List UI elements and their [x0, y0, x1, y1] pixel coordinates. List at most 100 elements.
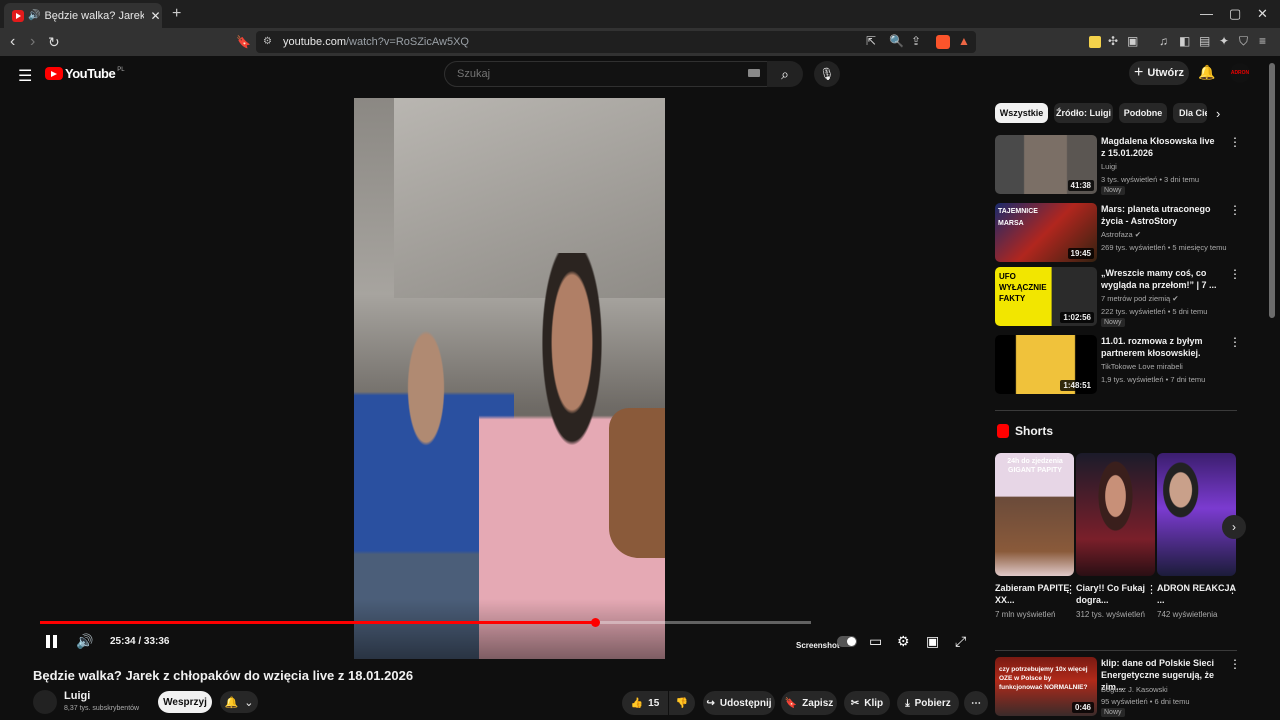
rec-title: 11.01. rozmowa z byłym partnerem kłosows… [1101, 336, 1203, 358]
settings-gear-icon[interactable]: ⚙ [897, 633, 910, 650]
browser-menu-icon[interactable]: ≡ [1259, 34, 1266, 48]
hamburger-menu-icon[interactable]: ☰ [18, 66, 32, 86]
back-icon[interactable]: ‹ [10, 33, 15, 51]
microphone-icon: 🎙 [819, 67, 835, 81]
create-button[interactable]: + Utwórz [1129, 61, 1189, 85]
youtube-favicon-icon [12, 9, 24, 22]
search-box[interactable] [444, 61, 768, 87]
window-close-button[interactable]: ✕ [1257, 6, 1268, 22]
short-item[interactable]: ADRON REAKCJA ... 742 wyświetlenia ⋮ [1157, 453, 1238, 620]
chevron-right-icon[interactable]: › [1216, 106, 1220, 121]
rec-item[interactable]: 41:38 Magdalena Kłosowska live z 15.01.2… [995, 135, 1245, 197]
chip-all[interactable]: Wszystkie [995, 103, 1048, 123]
voice-search-button[interactable]: 🎙 [814, 61, 840, 87]
rec-channel: Astrofaza ✔ [1101, 230, 1142, 239]
support-button[interactable]: Wesprzyj [158, 691, 212, 713]
save-button[interactable]: 🔖 Zapisz [781, 691, 837, 715]
rec-item[interactable]: 1:48:51 11.01. rozmowa z byłym partnerem… [995, 335, 1245, 397]
browser-tab[interactable]: 🔊 Będzie walka? Jarek z chłopaków ✕ [4, 3, 162, 28]
rec-item[interactable]: czy potrzebujemy 10x więcej OZE w Polsce… [995, 657, 1245, 717]
wallet-icon[interactable]: ▤ [1199, 34, 1210, 48]
puzzle-icon[interactable]: ✣ [1108, 34, 1118, 48]
progress-knob[interactable] [590, 618, 600, 627]
sidebar-toggle-icon[interactable]: ◧ [1179, 34, 1190, 48]
url-path: /watch?v=RoSZicAw5XQ [345, 36, 469, 48]
bookmark-icon[interactable]: 🔖 [236, 35, 251, 49]
vpn-icon[interactable]: ⛉ [1239, 34, 1248, 49]
avatar[interactable]: ADRON [1230, 63, 1250, 83]
more-actions-button[interactable]: ⋯ [964, 691, 988, 715]
share-icon[interactable]: ⇪ [911, 34, 921, 48]
dislike-button[interactable]: 👎 [669, 691, 695, 715]
forward-icon[interactable]: › [30, 33, 35, 51]
chip-related[interactable]: Podobne [1119, 103, 1167, 123]
short-item[interactable]: Ciary!! Co Fukaj dogra... 312 tys. wyświ… [1076, 453, 1157, 620]
extension-2-icon[interactable]: ▣ [1127, 34, 1138, 48]
clip-button[interactable]: ✂ Klip [844, 691, 890, 715]
music-icon[interactable]: ♫ [1159, 34, 1168, 48]
share-button[interactable]: ↪ Udostępnij [703, 691, 775, 715]
more-dots-icon[interactable]: ⋮ [1065, 583, 1076, 596]
more-dots-icon[interactable]: ⋮ [1229, 135, 1241, 149]
site-info-icon[interactable]: ⚙ [263, 36, 272, 47]
channel-name[interactable]: Luigi [64, 690, 90, 702]
rec-channel: 7 metrów pod ziemią ✔ [1101, 294, 1179, 303]
tab-close-icon[interactable]: ✕ [150, 9, 160, 23]
new-badge: Nowy [1101, 708, 1125, 717]
video-frame[interactable] [354, 98, 665, 659]
search-input[interactable] [455, 67, 739, 81]
speaker-icon[interactable]: 🔊 [28, 10, 40, 21]
browser-tab-strip [0, 0, 1280, 28]
pause-icon[interactable] [46, 635, 60, 649]
subscription-bell-button[interactable]: 🔔 ⌄ [220, 691, 258, 713]
url-text[interactable]: youtube.com/watch?v=RoSZicAw5XQ [283, 36, 469, 48]
short-item[interactable]: 24h do zjedzenia GIGANT PAPITY Zabieram … [995, 453, 1076, 620]
more-dots-icon[interactable]: ⋮ [1229, 267, 1241, 281]
thumb-caption: czy potrzebujemy 10x więcej OZE w Polsce… [999, 666, 1088, 691]
save-icon: 🔖 [784, 697, 798, 709]
short-title: ADRON REAKCJA ... [1157, 583, 1236, 605]
more-dots-icon[interactable]: ⋮ [1229, 657, 1241, 671]
download-button[interactable]: ⤓ Pobierz [897, 691, 959, 715]
youtube-logo[interactable]: YouTube PL [45, 66, 125, 81]
more-dots-icon[interactable]: ⋮ [1227, 583, 1238, 596]
like-button[interactable]: 👍 15 [622, 691, 668, 715]
volume-icon[interactable]: 🔊 [76, 633, 93, 650]
thumb-caption: 24h do zjedzenia GIGANT PAPITY [1007, 458, 1063, 474]
chevron-down-icon: ⌄ [244, 696, 254, 709]
duration-badge: 1:02:56 [1060, 312, 1094, 323]
subtitles-icon[interactable]: ▭ [869, 633, 882, 650]
open-in-icon[interactable]: ⇱ [866, 34, 876, 48]
chip-for-you[interactable]: Dla Ciebie [1173, 103, 1207, 123]
reload-icon[interactable]: ↻ [48, 34, 60, 51]
more-dots-icon[interactable]: ⋮ [1229, 203, 1241, 217]
short-thumbnail [1076, 453, 1155, 576]
notifications-icon[interactable]: 🔔 [1198, 64, 1215, 81]
extension-icon[interactable] [1089, 36, 1101, 48]
channel-avatar[interactable] [33, 690, 57, 714]
fullscreen-icon[interactable]: ⤢ [955, 633, 966, 650]
brave-shield-icon[interactable] [936, 35, 950, 49]
new-tab-button[interactable]: + [172, 5, 181, 23]
plus-icon: + [1133, 64, 1144, 81]
keyboard-icon[interactable] [748, 69, 760, 77]
chip-source[interactable]: Źródło: Luigi [1054, 103, 1113, 123]
theater-mode-icon[interactable]: ▣ [926, 633, 939, 650]
screenshot-label: Screenshot [796, 641, 840, 650]
page-scrollbar[interactable] [1269, 63, 1275, 318]
rec-item[interactable]: UFO WYŁĄCZNIE FAKTY 1:02:56 „Wreszcie ma… [995, 267, 1245, 329]
zoom-icon[interactable]: 🔍 [889, 34, 904, 48]
thumbs-up-icon: 👍 [630, 697, 644, 709]
minimize-button[interactable]: — [1200, 6, 1213, 21]
video-teddy-bear [609, 408, 665, 558]
search-button[interactable]: ⌕ [767, 61, 803, 87]
leo-icon[interactable]: ✦ [1219, 34, 1229, 48]
more-dots-icon[interactable]: ⋮ [1146, 583, 1157, 596]
share-arrow-icon: ↪ [706, 697, 715, 709]
more-dots-icon[interactable]: ⋮ [1229, 335, 1241, 349]
maximize-button[interactable]: ▢ [1229, 6, 1241, 22]
autoplay-toggle[interactable] [837, 636, 857, 647]
brave-rewards-icon[interactable]: ▲ [958, 34, 970, 48]
rec-item[interactable]: TAJEMNICE MARSA 19:45 Mars: planeta utra… [995, 203, 1245, 265]
shorts-next-button[interactable]: › [1222, 515, 1246, 539]
